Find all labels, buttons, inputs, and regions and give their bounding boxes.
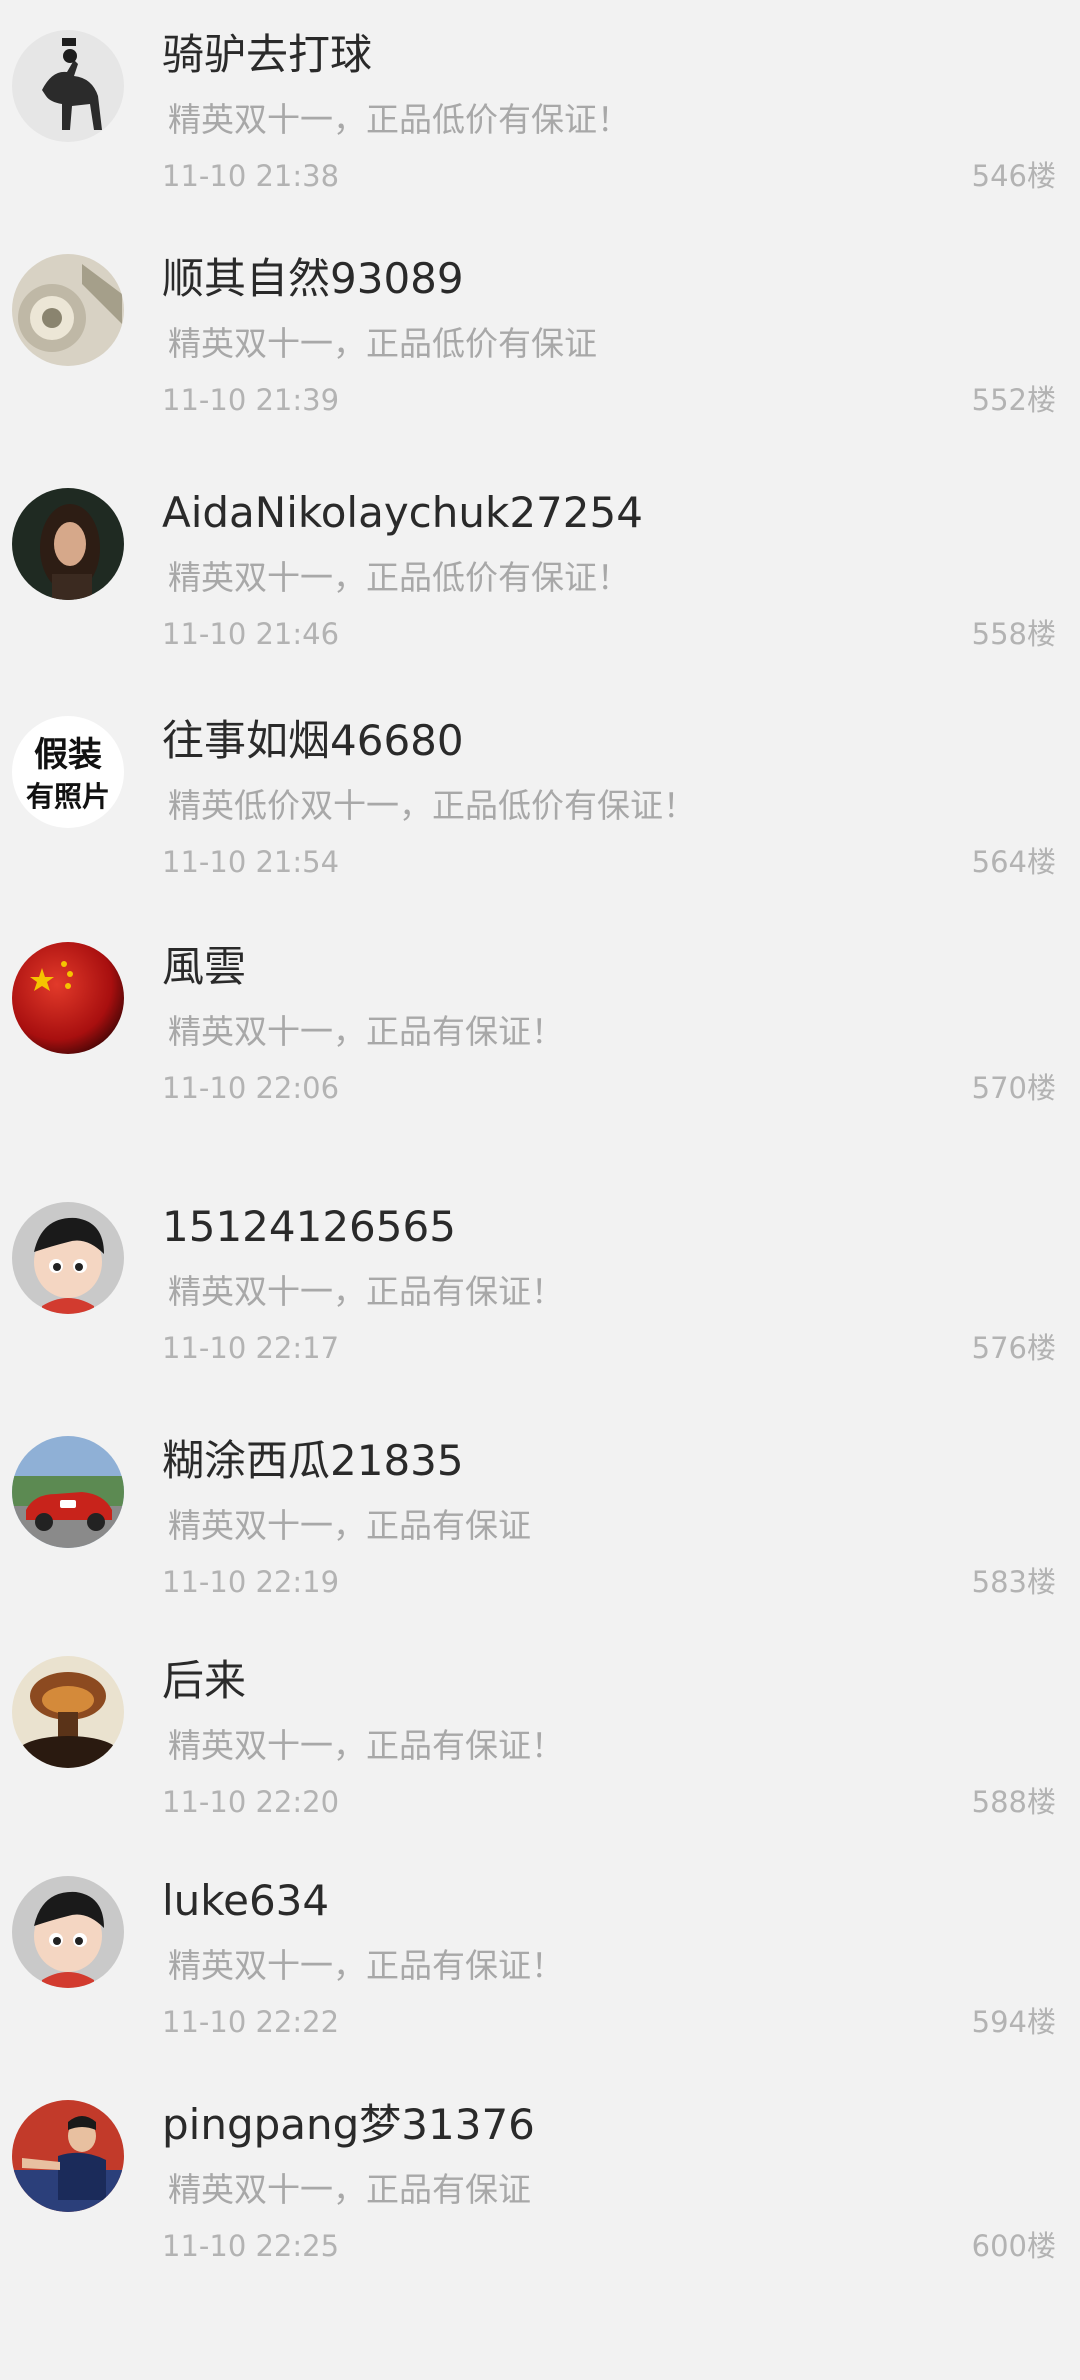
comment-item[interactable]: AidaNikolaychuk27254 精英双十一，正品低价有保证！ 11-1…: [0, 486, 1080, 686]
floor-number: 600楼: [971, 2229, 1056, 2263]
explosion-cloud-avatar-icon[interactable]: [12, 1656, 124, 1768]
comment-item[interactable]: 糊涂西瓜21835 精英双十一，正品有保证 11-10 22:19 583楼: [0, 1434, 1080, 1634]
username[interactable]: luke634: [162, 1874, 329, 1928]
watch-avatar-icon[interactable]: [12, 254, 124, 366]
comment-item[interactable]: 風雲 精英双十一，正品有保证！ 11-10 22:06 570楼: [0, 940, 1080, 1140]
username[interactable]: 后来: [162, 1654, 246, 1708]
comment-item[interactable]: 骑驴去打球 精英双十一，正品低价有保证！ 11-10 21:38 546楼: [0, 28, 1080, 228]
floor-number: 583楼: [971, 1565, 1056, 1599]
username[interactable]: pingpang梦31376: [162, 2098, 535, 2152]
comment-text: 精英双十一，正品低价有保证: [168, 324, 597, 363]
username[interactable]: 糊涂西瓜21835: [162, 1434, 464, 1488]
donkey-rider-avatar-icon[interactable]: [12, 30, 124, 142]
timestamp: 11-10 22:17: [162, 1331, 340, 1365]
timestamp: 11-10 21:46: [162, 617, 340, 651]
comment-text: 精英双十一，正品有保证！: [168, 1946, 564, 1985]
svg-text:有照片: 有照片: [26, 780, 110, 813]
timestamp: 11-10 22:25: [162, 2229, 340, 2263]
red-car-avatar-icon[interactable]: [12, 1436, 124, 1548]
floor-number: 594楼: [971, 2005, 1056, 2039]
comment-text: 精英双十一，正品有保证: [168, 1506, 531, 1545]
floor-number: 570楼: [971, 1071, 1056, 1105]
red-flag-sphere-avatar-icon[interactable]: [12, 942, 124, 1054]
floor-number: 546楼: [971, 159, 1056, 193]
timestamp: 11-10 22:22: [162, 2005, 340, 2039]
username[interactable]: 15124126565: [162, 1200, 456, 1254]
floor-number: 588楼: [971, 1785, 1056, 1819]
username[interactable]: 骑驴去打球: [162, 28, 372, 82]
text-stamp-avatar-icon[interactable]: 假装 有照片: [12, 716, 124, 828]
cartoon-boy-avatar-icon[interactable]: [12, 1876, 124, 1988]
comment-item[interactable]: 顺其自然93089 精英双十一，正品低价有保证 11-10 21:39 552楼: [0, 252, 1080, 452]
comment-text: 精英双十一，正品低价有保证！: [168, 100, 630, 139]
comment-text: 精英双十一，正品低价有保证！: [168, 558, 630, 597]
comment-text: 精英双十一，正品有保证！: [168, 1012, 564, 1051]
floor-number: 552楼: [971, 383, 1056, 417]
pingpong-player-avatar-icon[interactable]: [12, 2100, 124, 2212]
comment-item[interactable]: luke634 精英双十一，正品有保证！ 11-10 22:22 594楼: [0, 1874, 1080, 2074]
timestamp: 11-10 22:20: [162, 1785, 340, 1819]
comment-text: 精英双十一，正品有保证！: [168, 1272, 564, 1311]
timestamp: 11-10 22:06: [162, 1071, 340, 1105]
comment-item[interactable]: 后来 精英双十一，正品有保证！ 11-10 22:20 588楼: [0, 1654, 1080, 1854]
username[interactable]: 顺其自然93089: [162, 252, 464, 306]
comment-item[interactable]: 15124126565 精英双十一，正品有保证！ 11-10 22:17 576…: [0, 1200, 1080, 1400]
floor-number: 564楼: [971, 845, 1056, 879]
timestamp: 11-10 21:54: [162, 845, 340, 879]
username[interactable]: 風雲: [162, 940, 246, 994]
girl-portrait-avatar-icon[interactable]: [12, 488, 124, 600]
timestamp: 11-10 21:39: [162, 383, 340, 417]
svg-text:假装: 假装: [34, 735, 102, 775]
username[interactable]: AidaNikolaychuk27254: [162, 486, 643, 540]
comment-text: 精英双十一，正品有保证！: [168, 1726, 564, 1765]
comment-list: 骑驴去打球 精英双十一，正品低价有保证！ 11-10 21:38 546楼 顺其…: [0, 0, 1080, 2380]
username[interactable]: 往事如烟46680: [162, 714, 464, 768]
comment-text: 精英低价双十一，正品低价有保证！: [168, 786, 696, 825]
comment-item[interactable]: pingpang梦31376 精英双十一，正品有保证 11-10 22:25 6…: [0, 2098, 1080, 2298]
comment-item[interactable]: 假装 有照片 往事如烟46680 精英低价双十一，正品低价有保证！ 11-10 …: [0, 714, 1080, 914]
timestamp: 11-10 21:38: [162, 159, 340, 193]
cartoon-boy-avatar-icon[interactable]: [12, 1202, 124, 1314]
floor-number: 558楼: [971, 617, 1056, 651]
comment-text: 精英双十一，正品有保证: [168, 2170, 531, 2209]
timestamp: 11-10 22:19: [162, 1565, 340, 1599]
floor-number: 576楼: [971, 1331, 1056, 1365]
